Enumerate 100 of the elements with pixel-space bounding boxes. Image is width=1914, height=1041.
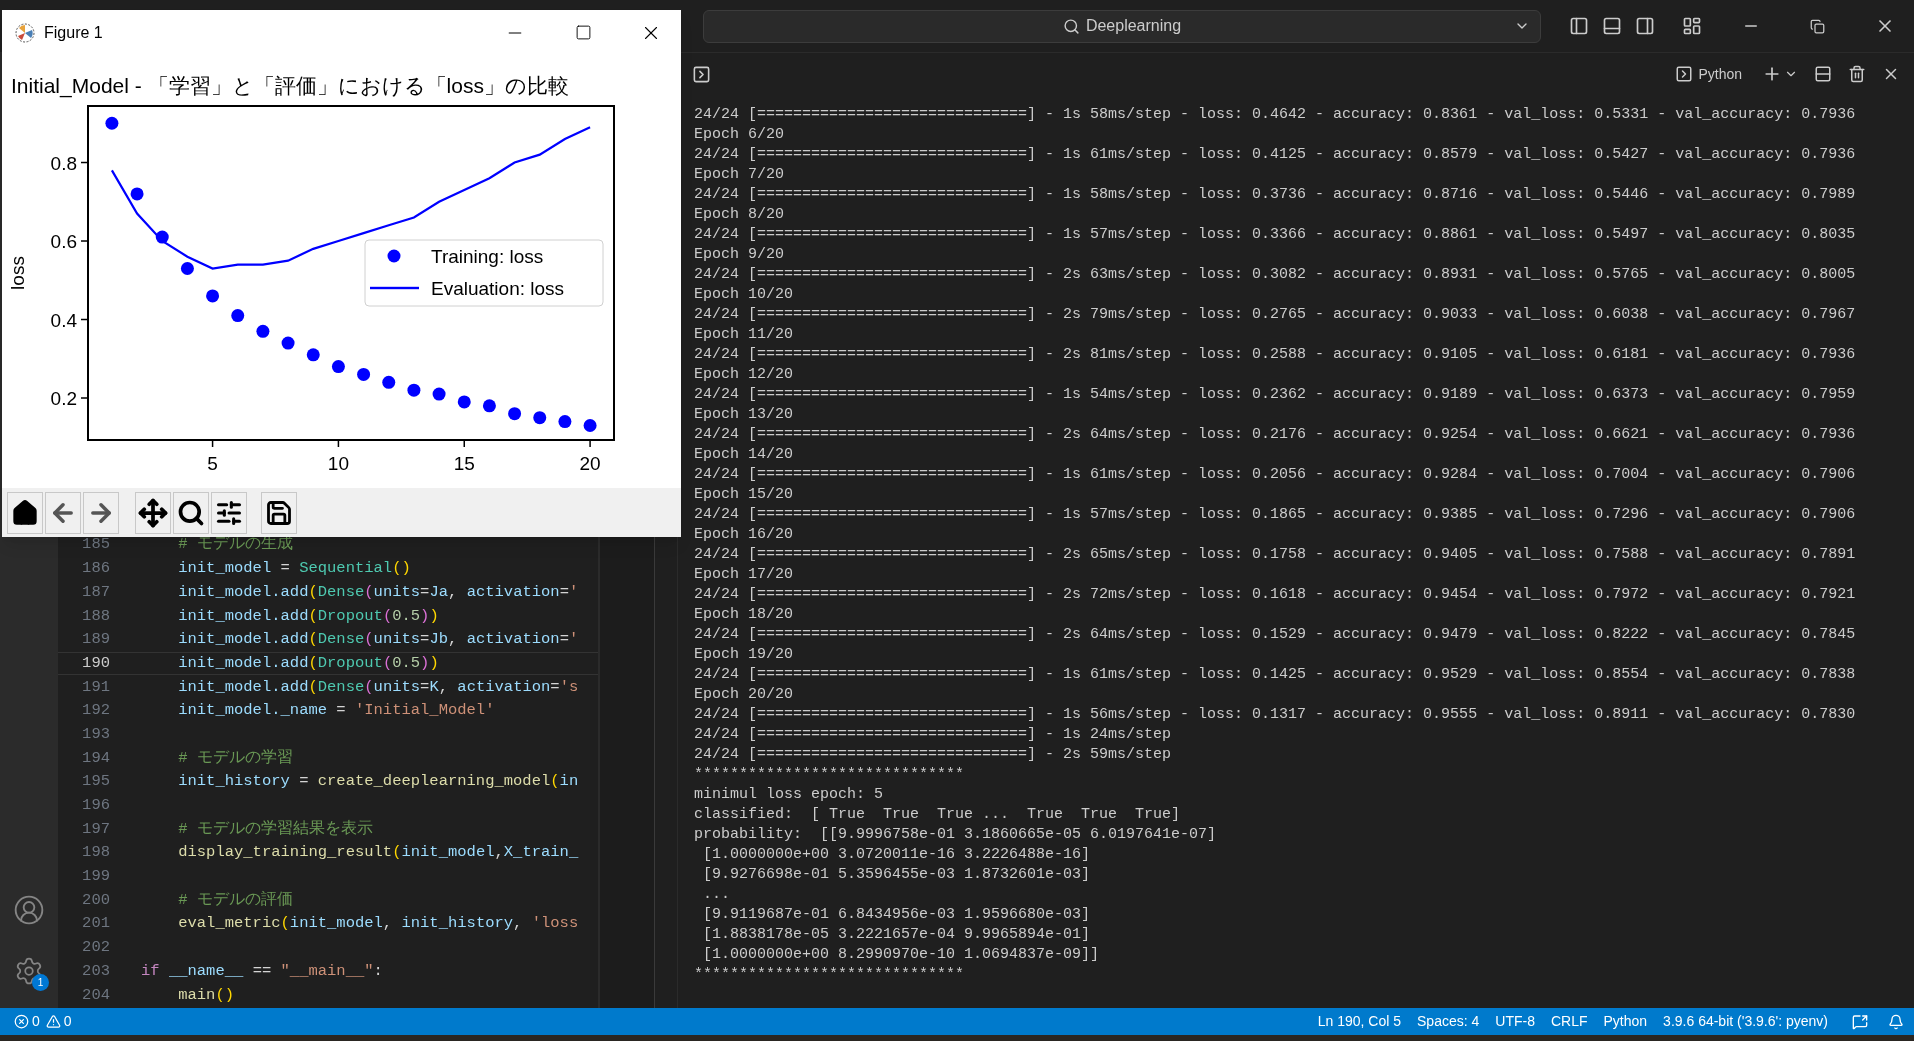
terminal-line: ...: [702, 886, 730, 903]
code-line: init_model._name = 'Initial_Model': [177, 700, 495, 722]
move-icon: [138, 497, 168, 528]
terminal-icon[interactable]: [692, 64, 711, 84]
zoom-button[interactable]: [173, 491, 209, 534]
terminal-line: 24/24 [==============================] - 2s 81ms/step - loss: 0.2588 - accuracy: 0.9105 - val_loss: 0.6181 - val_accuracy: 0.7936: [694, 346, 1856, 363]
line-number: 203: [81, 960, 110, 982]
code-line: eval_metric(init_model, init_history, 'loss: [177, 913, 579, 935]
tick-label: 0.4: [50, 309, 77, 331]
terminal-icon: [1675, 65, 1694, 83]
notifications-icon[interactable]: [1888, 1013, 1904, 1030]
line-number: 189: [81, 629, 110, 651]
terminal-line: 24/24 [==============================] - 1s 57ms/step - loss: 0.1865 - accuracy: 0.9385 - val_loss: 0.7296 - val_accuracy: 0.7906: [694, 506, 1856, 523]
terminal-line: 24/24 [==============================] - 1s 54ms/step - loss: 0.2362 - accuracy: 0.9189 - val_loss: 0.6373 - val_accuracy: 0.7959: [694, 386, 1856, 403]
line-number: 202: [81, 937, 110, 959]
tick-label: 20: [579, 453, 601, 474]
terminal-line: Epoch 20/20: [694, 686, 794, 703]
terminal-line: Epoch 15/20: [694, 486, 794, 503]
restore-icon[interactable]: [1810, 18, 1825, 34]
terminal-line: 24/24 [==============================] - 1s 61ms/step - loss: 0.2056 - accuracy: 0.9284 - val_loss: 0.7004 - val_accuracy: 0.7906: [694, 466, 1856, 483]
terminal-line: Epoch 10/20: [694, 286, 794, 303]
terminal-line: [9.9119687e-01 6.8434956e-03 1.9596680e-03]: [702, 906, 1091, 923]
data-point: [357, 367, 371, 381]
terminal-line: 24/24 [==============================] - 2s 79ms/step - loss: 0.2765 - accuracy: 0.9033 - val_loss: 0.6038 - val_accuracy: 0.7967: [694, 306, 1856, 323]
line-number: 204: [81, 984, 110, 1006]
line-number: 193: [81, 723, 110, 745]
pan-button[interactable]: [135, 491, 171, 534]
search-field[interactable]: Deeplearning: [703, 9, 1541, 43]
data-point: [432, 387, 446, 401]
save-icon: [265, 498, 293, 527]
code-line: # モデルの評価: [177, 889, 293, 911]
legend-label: Training: loss: [431, 246, 544, 267]
home-button[interactable]: [7, 491, 43, 534]
toggle-secondary-sidebar-icon[interactable]: [1635, 16, 1655, 36]
trash-icon[interactable]: [1848, 65, 1866, 83]
zoom-icon: [177, 498, 205, 527]
terminal-line: 24/24 [==============================] - 1s 56ms/step - loss: 0.1317 - accuracy: 0.9555 - val_loss: 0.8911 - val_accuracy: 0.7830: [694, 706, 1856, 723]
feedback-icon[interactable]: [1852, 1013, 1868, 1030]
home-icon: [11, 498, 39, 527]
window-title: Figure 1: [44, 22, 103, 43]
terminal-line: 24/24 [==============================] - 1s 57ms/step - loss: 0.3366 - accuracy: 0.8861 - val_loss: 0.5497 - val_accuracy: 0.8035: [694, 226, 1856, 243]
line-number: 187: [81, 581, 110, 603]
toggle-sidebar-icon[interactable]: [1569, 16, 1589, 36]
line-number: 186: [81, 558, 110, 580]
data-point: [105, 116, 119, 130]
status-item[interactable]: 3.9.6 64-bit ('3.9.6': pyenv): [1655, 1011, 1836, 1032]
terminal-line: 24/24 [==============================] - 2s 65ms/step - loss: 0.1758 - accuracy: 0.9405 - val_loss: 0.7588 - val_accuracy: 0.7891: [694, 546, 1856, 563]
terminal-line: 24/24 [==============================] - 2s 64ms/step - loss: 0.2176 - accuracy: 0.9254 - val_loss: 0.6621 - val_accuracy: 0.7936: [694, 426, 1856, 443]
line-number: 196: [81, 795, 110, 817]
warnings-indicator[interactable]: 0: [45, 1011, 72, 1032]
save-button[interactable]: [261, 491, 297, 534]
data-point: [508, 407, 522, 421]
code-line: init_history = create_deeplearning_model(in: [177, 771, 579, 793]
terminal-line: [1.0000000e+00 3.0720011e-16 3.2226488e-16]: [702, 846, 1091, 863]
code-line: if __name__ == "__main__":: [141, 960, 383, 982]
line-number: 185: [81, 534, 110, 556]
status-item[interactable]: CRLF: [1542, 1011, 1596, 1032]
status-item[interactable]: Ln 190, Col 5: [1309, 1011, 1409, 1032]
terminal-line: minimul loss epoch: 5: [694, 786, 884, 803]
status-item[interactable]: UTF-8: [1487, 1011, 1543, 1032]
notification-badge: 1: [32, 974, 49, 991]
data-point: [558, 415, 572, 429]
data-point: [281, 336, 295, 350]
terminal-profile-button[interactable]: Python: [1675, 63, 1742, 85]
code-line: display_training_result(init_model,X_train_: [177, 842, 579, 864]
terminal-line: 24/24 [==============================] - 2s 59ms/step: [694, 746, 1172, 763]
line-number: 188: [81, 605, 110, 627]
line-number: 192: [81, 700, 110, 722]
terminal-line: 24/24 [==============================] - 2s 63ms/step - loss: 0.3082 - accuracy: 0.8931 - val_loss: 0.5765 - val_accuracy: 0.8005: [694, 266, 1856, 283]
code-line: init_model.add(Dropout(0.5)): [177, 605, 439, 627]
errors-indicator[interactable]: 0: [14, 1011, 40, 1032]
data-point: [407, 383, 421, 397]
status-item[interactable]: Spaces: 4: [1409, 1011, 1488, 1032]
app-logo-icon: [15, 22, 35, 43]
data-point: [482, 399, 496, 413]
layout-icon[interactable]: [1682, 16, 1702, 36]
account-icon[interactable]: [13, 894, 45, 926]
search-icon: [1062, 17, 1080, 35]
line-number: 198: [81, 842, 110, 864]
forward-button[interactable]: [83, 491, 119, 534]
back-button[interactable]: [45, 491, 81, 534]
code-line: init_model = Sequential(): [177, 558, 411, 580]
terminal-line: Epoch 13/20: [694, 406, 794, 423]
error-icon: [14, 1014, 29, 1029]
settings-icon[interactable]: [14, 956, 44, 986]
terminal-line: classified: [ True True True ... True True True]: [694, 806, 1181, 823]
legend-label: Evaluation: loss: [431, 278, 565, 299]
legend-marker: [370, 286, 419, 290]
terminal-line: 24/24 [==============================] - 1s 58ms/step - loss: 0.4642 - accuracy: 0.8361 - val_loss: 0.5331 - val_accuracy: 0.7936: [694, 106, 1856, 123]
maximize-icon[interactable]: [575, 24, 592, 41]
terminal-line: probability: [[9.9996758e-01 3.1860665e-05 6.0197641e-07]: [694, 826, 1217, 843]
status-item[interactable]: Python: [1595, 1011, 1656, 1032]
data-point: [256, 324, 270, 338]
toggle-panel-icon[interactable]: [1602, 16, 1622, 36]
data-point: [457, 395, 471, 409]
data-point: [155, 230, 169, 244]
warning-icon: [45, 1014, 61, 1029]
split-panel-icon[interactable]: [1814, 65, 1832, 83]
legend-marker: [387, 249, 401, 263]
configure-button[interactable]: [211, 491, 247, 534]
